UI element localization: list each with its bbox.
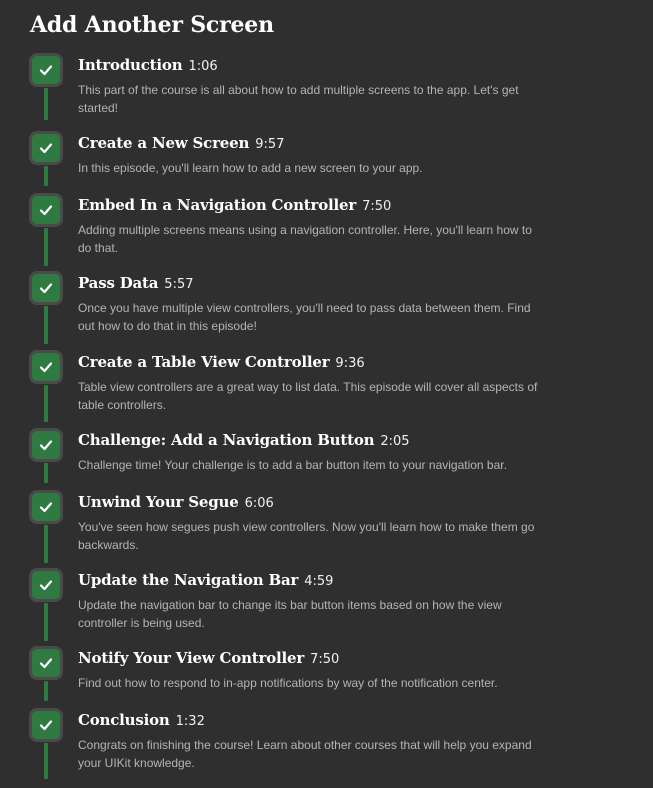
episode-description: Challenge time! Your challenge is to add… xyxy=(78,458,507,472)
checkmark-icon[interactable] xyxy=(29,193,63,227)
checkmark-icon[interactable] xyxy=(29,646,63,680)
episode-duration: 9:36 xyxy=(335,356,365,371)
episode-heading: Unwind Your Segue 6:06 xyxy=(78,493,274,511)
episode-heading: Challenge: Add a Navigation Button 2:05 xyxy=(78,431,410,449)
timeline-connector xyxy=(44,306,48,344)
episode-duration: 7:50 xyxy=(362,199,392,214)
checkmark-icon[interactable] xyxy=(29,131,63,165)
checkmark-icon[interactable] xyxy=(29,53,63,87)
episode-description: You've seen how segues push view control… xyxy=(78,520,535,552)
episode-description: In this episode, you'll learn how to add… xyxy=(78,161,423,175)
timeline-connector xyxy=(44,603,48,641)
episode-duration: 1:32 xyxy=(175,714,205,729)
episode-description: Table view controllers are a great way t… xyxy=(78,380,538,412)
episode-description: Once you have multiple view controllers,… xyxy=(78,301,531,333)
episode-duration: 5:57 xyxy=(164,277,194,292)
episode-duration: 9:57 xyxy=(255,137,285,152)
episode-title[interactable]: Challenge: Add a Navigation Button xyxy=(78,431,375,449)
episode-title[interactable]: Unwind Your Segue xyxy=(78,493,239,511)
episode-title[interactable]: Conclusion xyxy=(78,711,170,729)
section-title: Add Another Screen xyxy=(30,12,274,38)
episode-description: Adding multiple screens means using a na… xyxy=(78,223,532,255)
episode-heading: Pass Data 5:57 xyxy=(78,274,194,292)
episode-title[interactable]: Create a New Screen xyxy=(78,134,249,152)
checkmark-icon[interactable] xyxy=(29,428,63,462)
episode-title[interactable]: Pass Data xyxy=(78,274,158,292)
timeline-connector xyxy=(44,228,48,266)
timeline-connector xyxy=(44,681,48,701)
checkmark-icon[interactable] xyxy=(29,568,63,602)
timeline-connector xyxy=(44,463,48,483)
episode-heading: Introduction 1:06 xyxy=(78,56,218,74)
timeline-connector xyxy=(44,88,48,120)
episode-duration: 7:50 xyxy=(310,652,340,667)
episode-duration: 1:06 xyxy=(188,59,218,74)
episode-title[interactable]: Create a Table View Controller xyxy=(78,353,330,371)
episode-heading: Create a New Screen 9:57 xyxy=(78,134,284,152)
timeline-connector xyxy=(44,166,48,186)
episode-heading: Create a Table View Controller 9:36 xyxy=(78,353,365,371)
episode-description: Update the navigation bar to change its … xyxy=(78,598,502,630)
episode-title[interactable]: Embed In a Navigation Controller xyxy=(78,196,356,214)
episode-heading: Embed In a Navigation Controller 7:50 xyxy=(78,196,391,214)
episode-title[interactable]: Introduction xyxy=(78,56,183,74)
timeline-connector xyxy=(44,385,48,422)
checkmark-icon[interactable] xyxy=(29,708,63,742)
checkmark-icon[interactable] xyxy=(29,350,63,384)
episode-heading: Update the Navigation Bar 4:59 xyxy=(78,571,333,589)
timeline-connector xyxy=(44,743,48,779)
episode-duration: 4:59 xyxy=(304,574,334,589)
episode-heading: Conclusion 1:32 xyxy=(78,711,205,729)
episode-duration: 2:05 xyxy=(380,434,410,449)
checkmark-icon[interactable] xyxy=(29,490,63,524)
episode-description: This part of the course is all about how… xyxy=(78,83,519,115)
episode-heading: Notify Your View Controller 7:50 xyxy=(78,649,339,667)
episode-duration: 6:06 xyxy=(244,496,274,511)
checkmark-icon[interactable] xyxy=(29,271,63,305)
episode-description: Find out how to respond to in-app notifi… xyxy=(78,676,498,690)
timeline-connector xyxy=(44,525,48,563)
episode-title[interactable]: Update the Navigation Bar xyxy=(78,571,298,589)
episode-description: Congrats on finishing the course! Learn … xyxy=(78,738,532,770)
episode-title[interactable]: Notify Your View Controller xyxy=(78,649,304,667)
